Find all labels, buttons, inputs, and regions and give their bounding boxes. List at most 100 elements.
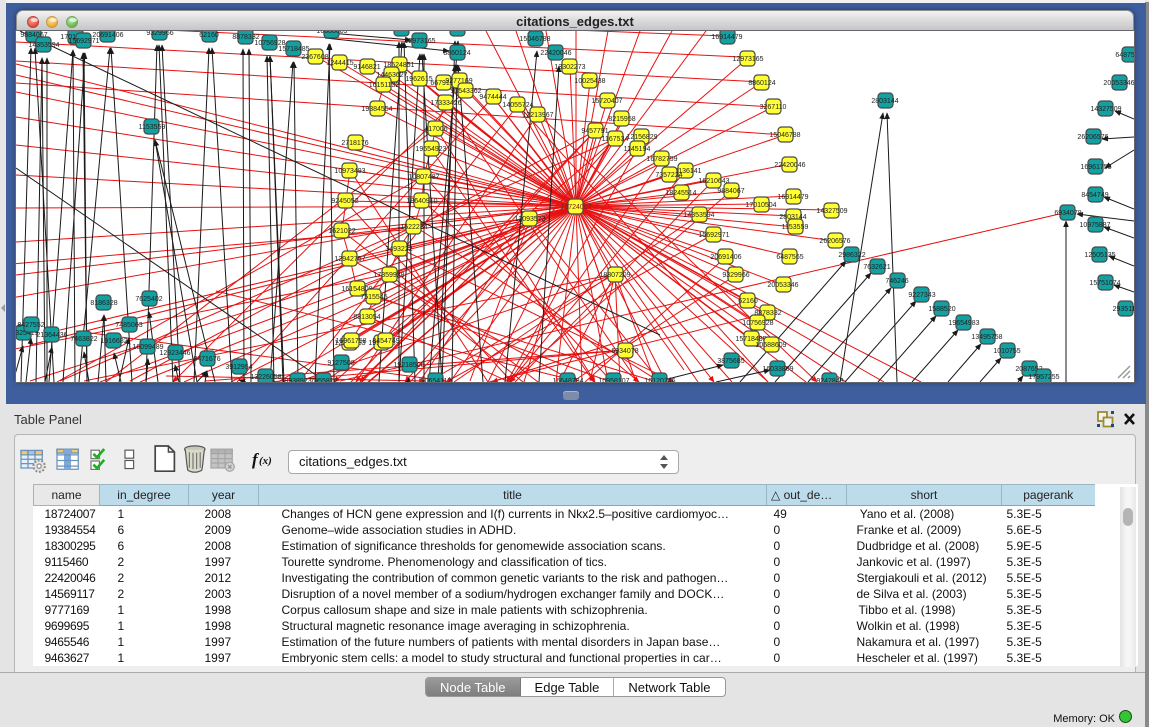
svg-text:18807209: 18807209 bbox=[599, 272, 630, 279]
svg-text:12213967: 12213967 bbox=[522, 112, 553, 119]
svg-text:62160: 62160 bbox=[199, 32, 219, 39]
svg-text:7463822: 7463822 bbox=[70, 336, 97, 343]
svg-text:1621022: 1621022 bbox=[328, 228, 355, 235]
svg-text:17957255: 17957255 bbox=[1028, 374, 1059, 381]
svg-text:10688609: 10688609 bbox=[755, 342, 786, 349]
svg-text:1588520: 1588520 bbox=[928, 306, 955, 313]
svg-text:10958107: 10958107 bbox=[598, 378, 629, 382]
svg-text:417006: 417006 bbox=[424, 126, 447, 133]
svg-text:10688609: 10688609 bbox=[316, 31, 347, 35]
svg-text:12505135: 12505135 bbox=[1084, 252, 1115, 259]
svg-text:16961758: 16961758 bbox=[335, 338, 366, 345]
svg-text:3267110: 3267110 bbox=[445, 31, 472, 33]
svg-text:3493222: 3493222 bbox=[385, 246, 412, 253]
svg-text:1167534: 1167534 bbox=[602, 136, 629, 143]
svg-text:19654983: 19654983 bbox=[948, 320, 979, 327]
svg-text:14055724: 14055724 bbox=[502, 102, 533, 109]
svg-text:2935114: 2935114 bbox=[1113, 306, 1134, 313]
svg-text:2718176: 2718176 bbox=[341, 140, 368, 147]
svg-text:7357224: 7357224 bbox=[655, 172, 682, 179]
svg-text:16033809: 16033809 bbox=[762, 366, 793, 373]
svg-text:8454749: 8454749 bbox=[1081, 192, 1108, 199]
svg-text:10756928: 10756928 bbox=[742, 320, 773, 327]
svg-text:1244415: 1244415 bbox=[326, 60, 353, 67]
svg-text:14353594: 14353594 bbox=[683, 212, 714, 219]
svg-text:9474444: 9474444 bbox=[479, 94, 506, 101]
svg-text:9245052: 9245052 bbox=[331, 198, 358, 205]
svg-text:7955812: 7955812 bbox=[310, 378, 337, 382]
svg-text:19654923: 19654923 bbox=[415, 146, 446, 153]
svg-text:12942757: 12942757 bbox=[334, 256, 365, 263]
svg-text:9329966: 9329966 bbox=[146, 31, 173, 37]
svg-text:9884067: 9884067 bbox=[717, 188, 744, 195]
svg-text:7632621: 7632621 bbox=[863, 264, 890, 271]
svg-text:16961758: 16961758 bbox=[1080, 164, 1111, 171]
svg-text:14327509: 14327509 bbox=[1090, 106, 1121, 113]
svg-text:8427552: 8427552 bbox=[17, 322, 44, 329]
svg-text:15720407: 15720407 bbox=[591, 98, 622, 105]
svg-text:9127508: 9127508 bbox=[327, 360, 354, 367]
svg-text:13226058: 13226058 bbox=[250, 374, 281, 381]
svg-text:10975887: 10975887 bbox=[1079, 222, 1110, 229]
svg-text:21364436: 21364436 bbox=[36, 332, 67, 339]
svg-text:15718485: 15718485 bbox=[278, 46, 309, 53]
svg-text:20053346: 20053346 bbox=[1103, 80, 1134, 87]
svg-text:9242848: 9242848 bbox=[816, 378, 843, 382]
svg-text:15046788: 15046788 bbox=[519, 36, 550, 43]
svg-text:9329966: 9329966 bbox=[722, 272, 749, 279]
svg-text:8186328: 8186328 bbox=[90, 300, 117, 307]
svg-text:10025438: 10025438 bbox=[574, 78, 605, 85]
svg-text:16120746: 16120746 bbox=[644, 378, 675, 382]
svg-text:26206576: 26206576 bbox=[819, 238, 850, 245]
svg-text:20053346: 20053346 bbox=[767, 282, 798, 289]
svg-text:2803144: 2803144 bbox=[871, 98, 898, 105]
svg-text:15751074: 15751074 bbox=[1089, 280, 1120, 287]
svg-text:14353594: 14353594 bbox=[28, 42, 59, 49]
svg-text:7515545: 7515545 bbox=[360, 294, 387, 301]
svg-text:1153559: 1153559 bbox=[139, 124, 166, 131]
svg-text:2367608: 2367608 bbox=[301, 54, 328, 61]
svg-text:19384554: 19384554 bbox=[361, 106, 392, 113]
svg-text:18245514: 18245514 bbox=[665, 190, 696, 197]
svg-text:8215958: 8215958 bbox=[608, 116, 635, 123]
svg-text:15046788: 15046788 bbox=[769, 132, 800, 139]
svg-text:16151132: 16151132 bbox=[369, 82, 400, 89]
svg-text:12093573: 12093573 bbox=[514, 216, 545, 223]
svg-text:18724007: 18724007 bbox=[560, 204, 591, 211]
svg-text:8471676: 8471676 bbox=[193, 356, 220, 363]
svg-text:22420046: 22420046 bbox=[774, 162, 805, 169]
svg-text:26206576: 26206576 bbox=[1077, 134, 1108, 141]
svg-text:17333426: 17333426 bbox=[430, 100, 461, 107]
svg-text:1522234: 1522234 bbox=[400, 224, 427, 231]
svg-text:2986322: 2986322 bbox=[838, 252, 865, 259]
svg-text:13495758: 13495758 bbox=[971, 334, 1002, 341]
svg-text:9146821: 9146821 bbox=[353, 64, 380, 71]
svg-text:10973493: 10973493 bbox=[334, 168, 365, 175]
svg-text:12973165: 12973165 bbox=[732, 56, 763, 63]
svg-text:6487565: 6487565 bbox=[776, 254, 803, 261]
svg-text:1962615: 1962615 bbox=[405, 76, 432, 83]
svg-text:6934078: 6934078 bbox=[1054, 210, 1081, 217]
svg-text:746246: 746246 bbox=[885, 278, 908, 285]
svg-text:17359928: 17359928 bbox=[373, 272, 404, 279]
svg-text:13302273: 13302273 bbox=[554, 64, 585, 71]
svg-text:15692971: 15692971 bbox=[698, 232, 729, 239]
svg-text:3875685: 3875685 bbox=[717, 358, 744, 365]
svg-text:7625402: 7625402 bbox=[135, 296, 162, 303]
svg-text:1153559: 1153559 bbox=[782, 224, 809, 231]
svg-text:6487565: 6487565 bbox=[1115, 52, 1134, 59]
svg-text:20691406: 20691406 bbox=[710, 254, 741, 261]
svg-text:9227343: 9227343 bbox=[908, 292, 935, 299]
svg-text:22420046: 22420046 bbox=[540, 50, 571, 57]
svg-text:(x): (x) bbox=[259, 455, 272, 467]
svg-text:3912954: 3912954 bbox=[225, 364, 252, 371]
svg-text:17010504: 17010504 bbox=[745, 202, 776, 209]
svg-text:6934078: 6934078 bbox=[611, 348, 638, 355]
svg-text:1010755: 1010755 bbox=[993, 348, 1020, 355]
svg-text:1916682: 1916682 bbox=[100, 338, 127, 345]
svg-text:19218506: 19218506 bbox=[393, 362, 424, 369]
svg-text:12973165: 12973165 bbox=[404, 38, 435, 45]
svg-text:16648784: 16648784 bbox=[552, 378, 583, 382]
svg-text:8860124: 8860124 bbox=[443, 50, 470, 57]
svg-text:15692971: 15692971 bbox=[68, 38, 99, 45]
